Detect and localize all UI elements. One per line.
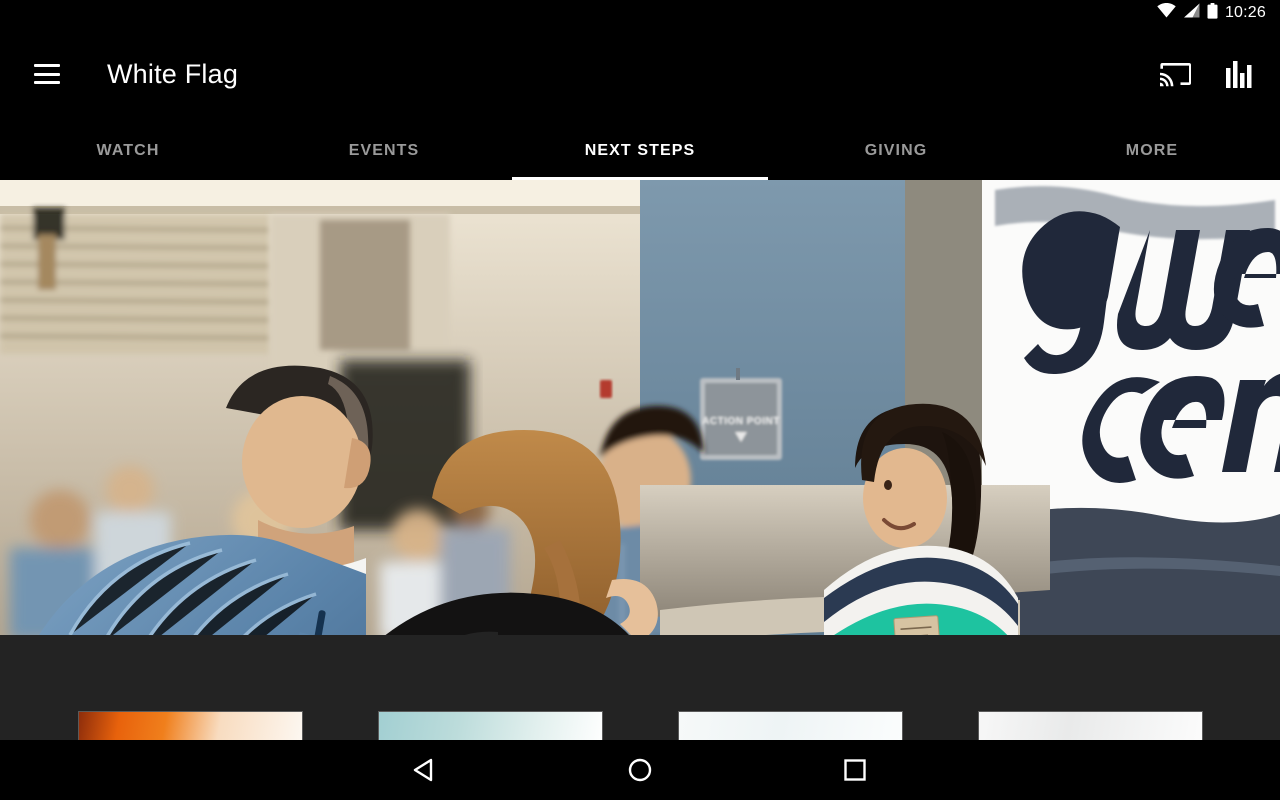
tab-label: EVENTS bbox=[348, 142, 420, 159]
app-bar: White Flag bbox=[0, 26, 1280, 122]
wifi-icon bbox=[1157, 3, 1176, 23]
recents-icon[interactable] bbox=[820, 740, 890, 800]
android-app-screen: 10:26 White Flag WATCH EVENTS NEXT STEPS… bbox=[0, 0, 1280, 800]
status-bar: 10:26 bbox=[0, 0, 1280, 26]
equalizer-icon[interactable] bbox=[1226, 60, 1252, 88]
tab-more[interactable]: MORE bbox=[1024, 122, 1280, 180]
cellular-signal-icon bbox=[1183, 3, 1200, 23]
app-bar-actions bbox=[1160, 60, 1252, 88]
hamburger-bar bbox=[34, 81, 60, 84]
back-icon[interactable] bbox=[389, 740, 459, 800]
hamburger-bar bbox=[34, 72, 60, 76]
tab-label: MORE bbox=[1125, 142, 1179, 159]
next-steps-content bbox=[0, 635, 1280, 757]
tab-label: GIVING bbox=[864, 142, 928, 159]
tab-events[interactable]: EVENTS bbox=[256, 122, 512, 180]
status-bar-clock: 10:26 bbox=[1224, 4, 1266, 21]
cast-icon[interactable] bbox=[1160, 61, 1192, 88]
tab-label: NEXT STEPS bbox=[584, 142, 696, 159]
tab-bar: WATCH EVENTS NEXT STEPS GIVING MORE bbox=[0, 122, 1280, 180]
home-icon[interactable] bbox=[605, 740, 675, 800]
tab-label: WATCH bbox=[96, 142, 160, 159]
battery-icon bbox=[1207, 2, 1218, 24]
tab-next-steps[interactable]: NEXT STEPS bbox=[512, 122, 768, 180]
hamburger-menu-icon[interactable] bbox=[34, 64, 60, 84]
next-steps-hero-image[interactable]: ACTION POINT bbox=[0, 180, 1280, 635]
hamburger-bar bbox=[34, 64, 60, 67]
tab-giving[interactable]: GIVING bbox=[768, 122, 1024, 180]
tab-watch[interactable]: WATCH bbox=[0, 122, 256, 180]
app-title: White Flag bbox=[107, 58, 239, 89]
android-navigation-bar bbox=[0, 740, 1280, 800]
hero-photo: ACTION POINT bbox=[0, 180, 1280, 635]
